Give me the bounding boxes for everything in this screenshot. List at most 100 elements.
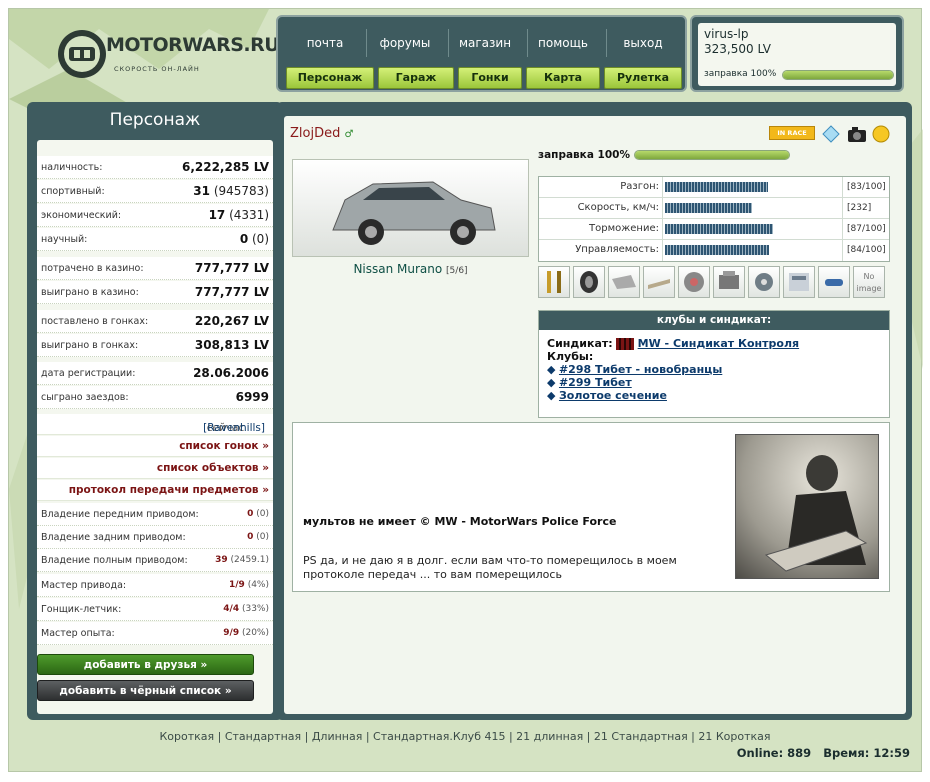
part-exhaust-icon[interactable] bbox=[608, 266, 640, 298]
car-caption: Nissan Murano [5/6] bbox=[353, 262, 468, 276]
nav-link-exit[interactable]: выход bbox=[604, 36, 682, 50]
stat-row-casino-spent: потрачено в казино: 777,777 LV bbox=[37, 257, 273, 280]
profile-name: ZlojDed ♂ bbox=[290, 126, 354, 141]
user-name[interactable]: virus-lp bbox=[704, 27, 749, 41]
about-line-2: PS да, и не даю я в долг. если вам что-т… bbox=[303, 554, 677, 581]
bullet-icon: ◆ bbox=[547, 363, 556, 376]
stat-row-sport: спортивный: 31 (945783) bbox=[37, 180, 273, 203]
master-row-pilot: Гонщик-летчик: 4/4 (33%) bbox=[37, 598, 273, 621]
master-row-experience: Мастер опыта: 9/9 (20%) bbox=[37, 622, 273, 645]
logo-emblem-icon bbox=[58, 30, 106, 78]
part-intake-icon[interactable] bbox=[643, 266, 675, 298]
location-link[interactable]: [Ravenhills] bbox=[203, 422, 265, 434]
coin-icon[interactable] bbox=[872, 125, 890, 143]
master-row-drive: Мастер привода: 1/9 (4%) bbox=[37, 574, 273, 597]
part-turbo-icon[interactable] bbox=[748, 266, 780, 298]
car-stat-row: Управляемость: [84/100] bbox=[539, 240, 889, 261]
top-navigation: почта форумы магазин помощь выход Персон… bbox=[276, 15, 687, 92]
stat-row-cash: наличность: 6,222,285 LV bbox=[37, 156, 273, 179]
part-nitro-icon[interactable] bbox=[818, 266, 850, 298]
nav-link-mail[interactable]: почта bbox=[286, 36, 364, 50]
user-money: 323,500 LV bbox=[704, 42, 772, 56]
footer-race-links[interactable]: Короткая | Стандартная | Длинная | Станд… bbox=[0, 730, 930, 743]
nav-button-character[interactable]: Персонаж bbox=[286, 67, 374, 89]
footer-status: Online: 889 Время: 12:59 bbox=[736, 746, 910, 760]
nav-button-roulette[interactable]: Рулетка bbox=[604, 67, 682, 89]
profile-fuel-label: заправка 100% bbox=[538, 149, 630, 161]
nav-button-races[interactable]: Гонки bbox=[458, 67, 522, 89]
part-brake-icon[interactable] bbox=[678, 266, 710, 298]
car-stat-bar bbox=[665, 245, 769, 255]
car-stat-bar bbox=[665, 224, 773, 234]
car-stat-row: Скорость, км/ч: [232] bbox=[539, 198, 889, 219]
bullet-icon: ◆ bbox=[547, 389, 556, 402]
nav-button-garage[interactable]: Гараж bbox=[378, 67, 454, 89]
drive-row-rear: Владение задним приводом: 0 (0) bbox=[37, 526, 273, 549]
car-image[interactable] bbox=[292, 159, 529, 257]
clubs-header: клубы и синдикат: bbox=[539, 311, 889, 330]
club-item: ◆ Золотое сечение bbox=[547, 389, 667, 402]
drive-row-all: Владение полным приводом: 39 (2459.1) bbox=[37, 549, 273, 572]
part-tire-icon[interactable] bbox=[573, 266, 605, 298]
link-object-list[interactable]: список объектов » bbox=[37, 458, 273, 479]
car-stat-bar bbox=[665, 182, 768, 192]
profile-fuel-fill bbox=[635, 151, 789, 159]
diamond-icon[interactable] bbox=[822, 125, 840, 143]
syndicate-flag-icon bbox=[616, 338, 635, 350]
club-item: ◆ #298 Тибет - новобранцы bbox=[547, 363, 723, 376]
profile-panel: ZlojDed ♂ IN RACE Nissan Murano [5/6] за… bbox=[276, 102, 912, 720]
logo-tagline: СКОРОСТЬ ОН-ЛАЙН bbox=[114, 65, 200, 73]
club-item: ◆ #299 Тибет bbox=[547, 376, 632, 389]
stat-row-economic: экономический: 17 (4331) bbox=[37, 204, 273, 227]
clubs-body: Синдикат: MW - Синдикат Контроля Клубы: … bbox=[547, 337, 799, 402]
car-stats-table: Разгон: [83/100] Скорость, км/ч: [232] Тор… bbox=[538, 176, 890, 262]
part-suspension-icon[interactable] bbox=[538, 266, 570, 298]
stat-row-casino-won: выиграно в казино: 777,777 LV bbox=[37, 281, 273, 304]
add-friend-button[interactable]: добавить в друзья » bbox=[37, 654, 254, 675]
camera-icon[interactable] bbox=[846, 125, 868, 143]
profile-panel-body: ZlojDed ♂ IN RACE Nissan Murano [5/6] за… bbox=[284, 116, 906, 714]
about-line-1: мультов не имеет © MW - MotorWars Police… bbox=[303, 515, 617, 528]
user-fuel-fill bbox=[783, 71, 893, 79]
stat-row-races-played: сыграно заездов: 6999 bbox=[37, 386, 273, 409]
car-stat-row: Торможение: [87/100] bbox=[539, 219, 889, 240]
clubs-label: Клубы: bbox=[547, 350, 594, 363]
user-panel-body: virus-lp 323,500 LV заправка 100% bbox=[698, 23, 896, 86]
about-panel: мультов не имеет © MW - MotorWars Police… bbox=[292, 422, 890, 592]
bullet-icon: ◆ bbox=[547, 376, 556, 389]
user-fuel-bar bbox=[782, 70, 894, 80]
link-transfer-log[interactable]: протокол передачи предметов » bbox=[37, 480, 273, 501]
male-icon: ♂ bbox=[344, 129, 354, 140]
nav-link-help[interactable]: помощь bbox=[524, 36, 602, 50]
stat-row-science: научный: 0 (0) bbox=[37, 228, 273, 251]
profile-photo bbox=[735, 434, 879, 579]
nav-button-map[interactable]: Карта bbox=[526, 67, 600, 89]
car-stat-row: Разгон: [83/100] bbox=[539, 177, 889, 198]
part-engine-icon[interactable] bbox=[713, 266, 745, 298]
add-blacklist-button[interactable]: добавить в чёрный список » bbox=[37, 680, 254, 701]
character-stats: наличность: 6,222,285 LV спортивный: 31 (9… bbox=[37, 140, 273, 714]
car-picture bbox=[332, 181, 496, 245]
nav-link-shop[interactable]: магазин bbox=[446, 36, 524, 50]
character-panel-title: Персонаж bbox=[109, 110, 201, 130]
character-panel: Персонаж наличность: 6,222,285 LV спортив… bbox=[27, 102, 283, 720]
car-parts: No image bbox=[538, 266, 890, 300]
part-electronics-icon[interactable] bbox=[783, 266, 815, 298]
link-race-list[interactable]: список гонок » bbox=[37, 436, 273, 457]
stat-row-registered: дата регистрации: 28.06.2006 bbox=[37, 362, 273, 385]
syndicate-row: Синдикат: MW - Синдикат Контроля bbox=[547, 337, 800, 350]
logo-text: MOTORWARS.RU bbox=[106, 34, 280, 56]
in-race-badge: IN RACE bbox=[769, 126, 815, 140]
user-fuel-label: заправка 100% bbox=[704, 69, 777, 79]
clubs-panel: клубы и синдикат: Синдикат: MW - Синдика… bbox=[538, 310, 890, 418]
stat-row-race-bet: поставлено в гонках: 220,267 LV bbox=[37, 310, 273, 333]
part-no-image[interactable]: No image bbox=[853, 266, 885, 298]
location-row: сейчас находится в [Ravenhills] bbox=[37, 414, 273, 458]
nav-link-forums[interactable]: форумы bbox=[366, 36, 444, 50]
profile-fuel-bar bbox=[634, 150, 790, 160]
car-stat-bar bbox=[665, 203, 752, 213]
user-panel: virus-lp 323,500 LV заправка 100% bbox=[690, 15, 904, 92]
photo-man-at-keyboard bbox=[764, 455, 868, 572]
stat-row-race-won: выиграно в гонках: 308,813 LV bbox=[37, 334, 273, 357]
syndicate-link[interactable]: MW - Синдикат Контроля bbox=[638, 337, 799, 350]
